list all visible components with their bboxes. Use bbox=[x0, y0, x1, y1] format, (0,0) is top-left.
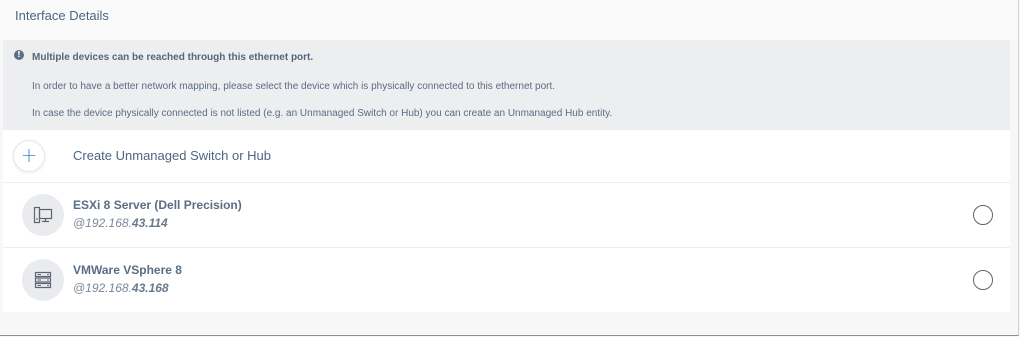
notice-text-unmanaged: In case the device physically connected … bbox=[32, 108, 613, 119]
info-icon: ! bbox=[14, 50, 24, 60]
interface-details-panel: Interface Details ! Multiple devices can… bbox=[0, 0, 1019, 336]
device-name: ESXi 8 Server (Dell Precision) bbox=[73, 198, 242, 212]
notice-title: Multiple devices can be reached through … bbox=[32, 52, 314, 63]
device-select-radio[interactable] bbox=[973, 205, 993, 225]
device-row[interactable]: VMWare VSphere 8 @192.168.43.168 bbox=[3, 248, 1010, 312]
create-unmanaged-hub-row[interactable]: + Create Unmanaged Switch or Hub bbox=[3, 130, 1010, 183]
workstation-icon bbox=[22, 194, 64, 236]
notice-text-mapping: In order to have a better network mappin… bbox=[32, 81, 556, 92]
ip-suffix: 43.168 bbox=[131, 281, 169, 295]
panel-header: Interface Details bbox=[0, 0, 1018, 40]
ip-prefix: @192.168. bbox=[73, 281, 132, 295]
device-row[interactable]: ESXi 8 Server (Dell Precision) @192.168.… bbox=[3, 183, 1010, 248]
panel-title: Interface Details bbox=[15, 8, 109, 23]
ip-prefix: @192.168. bbox=[73, 216, 132, 230]
device-select-radio[interactable] bbox=[973, 270, 993, 290]
ip-suffix: 43.114 bbox=[131, 216, 168, 230]
plus-icon[interactable]: + bbox=[13, 140, 45, 172]
device-ip: @192.168.43.114 bbox=[73, 216, 168, 230]
multiple-devices-notice: ! Multiple devices can be reached throug… bbox=[3, 40, 1010, 130]
device-name: VMWare VSphere 8 bbox=[73, 263, 182, 277]
server-rack-icon bbox=[22, 259, 64, 301]
device-ip: @192.168.43.168 bbox=[73, 281, 169, 295]
create-unmanaged-hub-label[interactable]: Create Unmanaged Switch or Hub bbox=[73, 148, 271, 163]
